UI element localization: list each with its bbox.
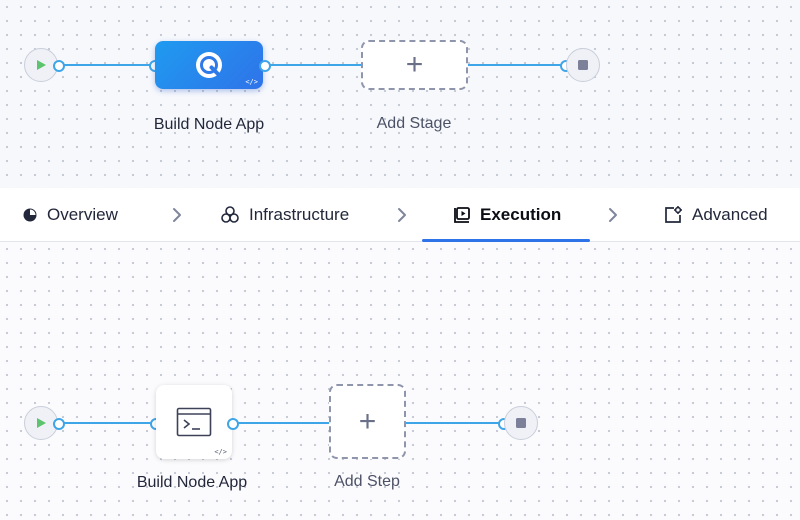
step-build-node-app[interactable]: </> [156, 385, 232, 459]
tab-advanced-label: Advanced [692, 205, 768, 224]
edge-start-to-step [64, 422, 152, 424]
play-icon [37, 418, 46, 428]
terminal-icon [176, 407, 212, 437]
plus-icon: + [358, 404, 377, 438]
ci-stage-icon [196, 52, 222, 78]
stage-tabs-bar: Overview Infrastructure Execution Advanc… [0, 188, 800, 242]
tab-execution-label: Execution [480, 205, 562, 224]
chevron-right-icon [173, 208, 181, 222]
edge-step-to-add [238, 422, 330, 424]
add-step-button[interactable]: + [329, 384, 406, 459]
add-stage-label: Add Stage [376, 115, 452, 132]
execution-icon [453, 206, 471, 224]
tab-execution[interactable]: Execution [453, 188, 561, 242]
step-name-label: Build Node App [136, 474, 248, 491]
tab-advanced[interactable]: Advanced [663, 188, 768, 242]
step-output-port[interactable] [227, 418, 239, 430]
stage-build-node-app[interactable]: </> [155, 41, 263, 89]
chevron-right-icon [609, 208, 617, 222]
edge-start-to-stage [64, 64, 151, 66]
code-badge-icon: </> [214, 448, 227, 456]
stage-output-port[interactable] [259, 60, 271, 72]
infrastructure-icon [220, 205, 240, 225]
add-stage-button[interactable]: + [361, 40, 468, 90]
stage-name-label: Build Node App [153, 116, 265, 133]
tab-overview[interactable]: Overview [22, 188, 118, 242]
edge-add-to-end [406, 422, 500, 424]
tab-overview-label: Overview [47, 205, 118, 224]
start-output-port[interactable] [53, 60, 65, 72]
code-badge-icon: </> [245, 78, 258, 86]
execution-end-node [504, 406, 538, 440]
plus-icon: + [405, 48, 424, 81]
edge-stage-to-add [270, 64, 362, 66]
edge-add-to-end [468, 64, 562, 66]
tab-infrastructure-label: Infrastructure [249, 205, 350, 224]
play-icon [37, 60, 46, 70]
add-step-label: Add Step [334, 473, 400, 490]
stop-icon [578, 60, 588, 70]
stop-icon [516, 418, 526, 428]
advanced-icon [663, 205, 683, 225]
pipeline-canvas[interactable]: </> Build Node App + Add Stage [0, 0, 800, 188]
execution-canvas[interactable]: </> Build Node App + Add Step [0, 242, 800, 520]
pipeline-end-node [566, 48, 600, 82]
chevron-right-icon [398, 208, 406, 222]
overview-icon [22, 207, 38, 223]
tab-infrastructure[interactable]: Infrastructure [220, 188, 349, 242]
start-output-port[interactable] [53, 418, 65, 430]
